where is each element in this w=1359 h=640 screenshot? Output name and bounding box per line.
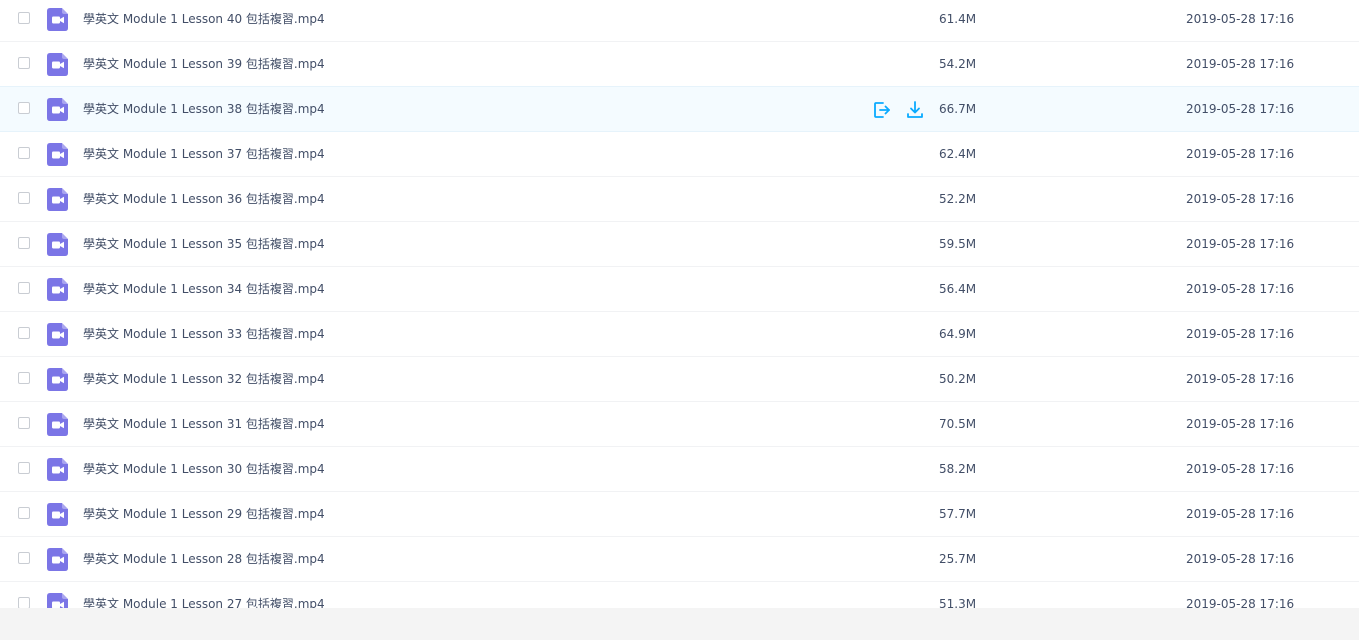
row-checkbox[interactable] bbox=[18, 192, 30, 204]
row-checkbox[interactable] bbox=[18, 462, 30, 474]
row-checkbox[interactable] bbox=[18, 237, 30, 249]
file-name[interactable]: 學英文 Module 1 Lesson 30 包括複習.mp4 bbox=[83, 447, 325, 491]
row-checkbox[interactable] bbox=[18, 102, 30, 114]
file-list: 學英文 Module 1 Lesson 40 包括複習.mp4 61.4M 20… bbox=[0, 0, 1359, 608]
file-modified-date: 2019-05-28 17:16 bbox=[1186, 237, 1295, 251]
file-row[interactable]: 學英文 Module 1 Lesson 29 包括複習.mp4 57.7M 20… bbox=[0, 492, 1359, 537]
file-row[interactable]: 學英文 Module 1 Lesson 39 包括複習.mp4 54.2M 20… bbox=[0, 42, 1359, 87]
file-size: 62.4M bbox=[939, 147, 977, 161]
row-checkbox[interactable] bbox=[18, 597, 30, 608]
video-file-icon bbox=[47, 503, 68, 526]
file-modified-date: 2019-05-28 17:16 bbox=[1186, 147, 1295, 161]
file-name[interactable]: 學英文 Module 1 Lesson 31 包括複習.mp4 bbox=[83, 402, 325, 446]
file-modified-date: 2019-05-28 17:16 bbox=[1186, 417, 1295, 431]
file-name[interactable]: 學英文 Module 1 Lesson 29 包括複習.mp4 bbox=[83, 492, 325, 536]
file-row[interactable]: 學英文 Module 1 Lesson 30 包括複習.mp4 58.2M 20… bbox=[0, 447, 1359, 492]
video-file-icon bbox=[47, 8, 68, 31]
row-checkbox[interactable] bbox=[18, 57, 30, 69]
file-modified-date: 2019-05-28 17:16 bbox=[1186, 192, 1295, 206]
file-modified-date: 2019-05-28 17:16 bbox=[1186, 507, 1295, 521]
file-size: 50.2M bbox=[939, 372, 977, 386]
file-modified-date: 2019-05-28 17:16 bbox=[1186, 327, 1295, 341]
file-row[interactable]: 學英文 Module 1 Lesson 37 包括複習.mp4 62.4M 20… bbox=[0, 132, 1359, 177]
row-checkbox[interactable] bbox=[18, 507, 30, 519]
row-checkbox[interactable] bbox=[18, 372, 30, 384]
file-modified-date: 2019-05-28 17:16 bbox=[1186, 282, 1295, 296]
file-modified-date: 2019-05-28 17:16 bbox=[1186, 597, 1295, 608]
file-name[interactable]: 學英文 Module 1 Lesson 32 包括複習.mp4 bbox=[83, 357, 325, 401]
file-row[interactable]: 學英文 Module 1 Lesson 36 包括複習.mp4 52.2M 20… bbox=[0, 177, 1359, 222]
row-checkbox[interactable] bbox=[18, 12, 30, 24]
video-file-icon bbox=[47, 188, 68, 211]
video-file-icon bbox=[47, 98, 68, 121]
file-row[interactable]: 學英文 Module 1 Lesson 28 包括複習.mp4 25.7M 20… bbox=[0, 537, 1359, 582]
video-file-icon bbox=[47, 548, 68, 571]
file-size: 57.7M bbox=[939, 507, 977, 521]
download-icon bbox=[907, 101, 923, 118]
file-row[interactable]: 學英文 Module 1 Lesson 31 包括複習.mp4 70.5M 20… bbox=[0, 402, 1359, 447]
video-file-icon bbox=[47, 458, 68, 481]
row-checkbox[interactable] bbox=[18, 552, 30, 564]
file-row[interactable]: 學英文 Module 1 Lesson 38 包括複習.mp4 66.7M 20… bbox=[0, 86, 1359, 132]
video-file-icon bbox=[47, 143, 68, 166]
share-export-icon bbox=[874, 102, 890, 118]
video-file-icon bbox=[47, 233, 68, 256]
file-size: 25.7M bbox=[939, 552, 977, 566]
video-file-icon bbox=[47, 593, 68, 608]
video-file-icon bbox=[47, 323, 68, 346]
file-name[interactable]: 學英文 Module 1 Lesson 34 包括複習.mp4 bbox=[83, 267, 325, 311]
video-file-icon bbox=[47, 368, 68, 391]
share-button[interactable] bbox=[872, 100, 892, 120]
file-modified-date: 2019-05-28 17:16 bbox=[1186, 462, 1295, 476]
file-name[interactable]: 學英文 Module 1 Lesson 37 包括複習.mp4 bbox=[83, 132, 325, 176]
file-name[interactable]: 學英文 Module 1 Lesson 40 包括複習.mp4 bbox=[83, 0, 325, 41]
file-name[interactable]: 學英文 Module 1 Lesson 27 包括複習.mp4 bbox=[83, 582, 325, 608]
file-modified-date: 2019-05-28 17:16 bbox=[1186, 102, 1295, 116]
video-file-icon bbox=[47, 278, 68, 301]
file-row[interactable]: 學英文 Module 1 Lesson 33 包括複習.mp4 64.9M 20… bbox=[0, 312, 1359, 357]
file-row[interactable]: 學英文 Module 1 Lesson 34 包括複習.mp4 56.4M 20… bbox=[0, 267, 1359, 312]
file-row[interactable]: 學英文 Module 1 Lesson 27 包括複習.mp4 51.3M 20… bbox=[0, 582, 1359, 608]
file-modified-date: 2019-05-28 17:16 bbox=[1186, 552, 1295, 566]
file-size: 51.3M bbox=[939, 597, 977, 608]
video-file-icon bbox=[47, 53, 68, 76]
file-row[interactable]: 學英文 Module 1 Lesson 35 包括複習.mp4 59.5M 20… bbox=[0, 222, 1359, 267]
file-name[interactable]: 學英文 Module 1 Lesson 36 包括複習.mp4 bbox=[83, 177, 325, 221]
file-list-viewport[interactable]: 學英文 Module 1 Lesson 40 包括複習.mp4 61.4M 20… bbox=[0, 0, 1359, 608]
row-checkbox[interactable] bbox=[18, 417, 30, 429]
file-size: 58.2M bbox=[939, 462, 977, 476]
file-size: 64.9M bbox=[939, 327, 977, 341]
bottom-bar bbox=[0, 608, 1359, 640]
file-size: 54.2M bbox=[939, 57, 977, 71]
video-file-icon bbox=[47, 413, 68, 436]
file-name[interactable]: 學英文 Module 1 Lesson 35 包括複習.mp4 bbox=[83, 222, 325, 266]
row-checkbox[interactable] bbox=[18, 327, 30, 339]
file-name[interactable]: 學英文 Module 1 Lesson 33 包括複習.mp4 bbox=[83, 312, 325, 356]
file-name[interactable]: 學英文 Module 1 Lesson 28 包括複習.mp4 bbox=[83, 537, 325, 581]
file-size: 66.7M bbox=[939, 102, 977, 116]
file-size: 52.2M bbox=[939, 192, 977, 206]
file-modified-date: 2019-05-28 17:16 bbox=[1186, 57, 1295, 71]
row-checkbox[interactable] bbox=[18, 147, 30, 159]
file-size: 70.5M bbox=[939, 417, 977, 431]
row-checkbox[interactable] bbox=[18, 282, 30, 294]
file-row[interactable]: 學英文 Module 1 Lesson 40 包括複習.mp4 61.4M 20… bbox=[0, 0, 1359, 42]
file-name[interactable]: 學英文 Module 1 Lesson 38 包括複習.mp4 bbox=[83, 87, 325, 131]
file-size: 56.4M bbox=[939, 282, 977, 296]
download-button[interactable] bbox=[905, 100, 925, 120]
file-modified-date: 2019-05-28 17:16 bbox=[1186, 12, 1295, 26]
file-size: 59.5M bbox=[939, 237, 977, 251]
file-modified-date: 2019-05-28 17:16 bbox=[1186, 372, 1295, 386]
file-name[interactable]: 學英文 Module 1 Lesson 39 包括複習.mp4 bbox=[83, 42, 325, 86]
file-size: 61.4M bbox=[939, 12, 977, 26]
file-row[interactable]: 學英文 Module 1 Lesson 32 包括複習.mp4 50.2M 20… bbox=[0, 357, 1359, 402]
